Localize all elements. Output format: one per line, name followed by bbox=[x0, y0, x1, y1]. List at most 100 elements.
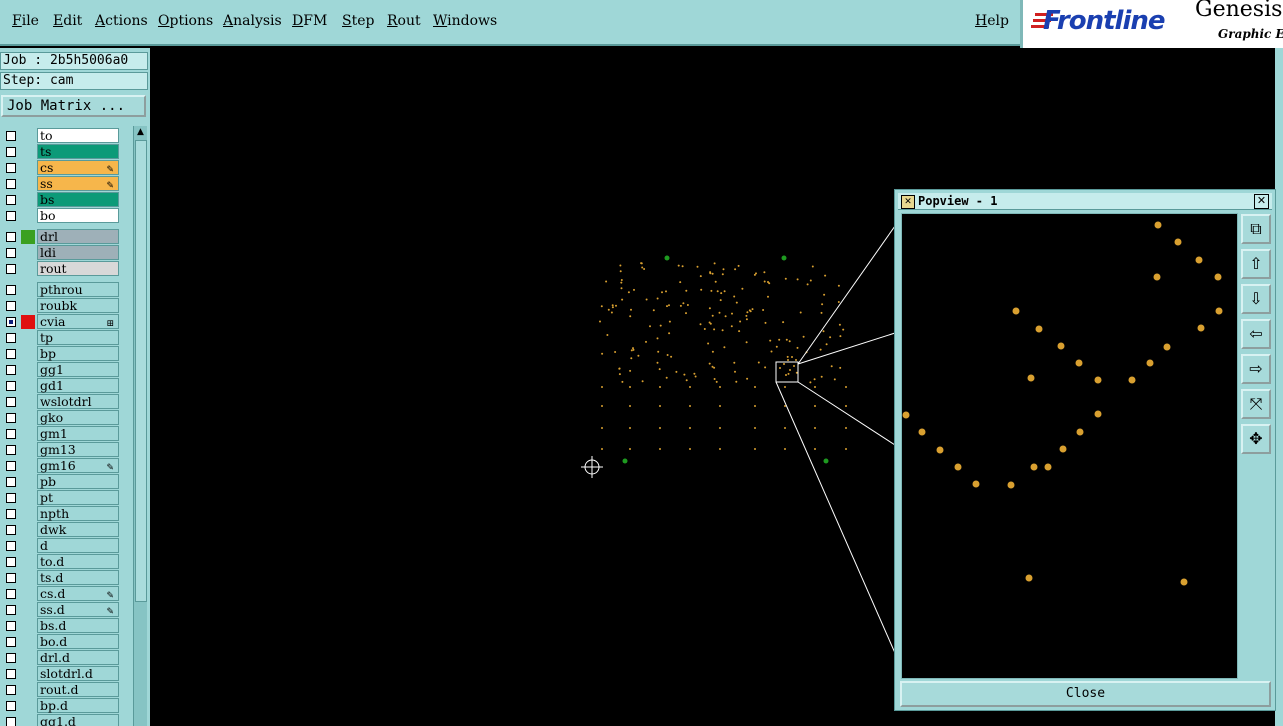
layer-checkbox[interactable] bbox=[6, 131, 16, 141]
layer-color-swatch[interactable] bbox=[21, 315, 35, 329]
layer-row-bp-d[interactable]: bp.d bbox=[2, 698, 122, 714]
menu-actions[interactable]: Actions bbox=[95, 13, 148, 29]
layer-name[interactable]: bs bbox=[37, 192, 119, 207]
layer-checkbox[interactable] bbox=[6, 195, 16, 205]
layer-name[interactable]: pb bbox=[37, 474, 119, 489]
layer-name[interactable]: ts.d bbox=[37, 570, 119, 585]
layer-row-gg1-d[interactable]: gg1.d bbox=[2, 714, 122, 726]
layer-row-pt[interactable]: pt bbox=[2, 490, 122, 506]
layer-checkbox[interactable] bbox=[6, 381, 16, 391]
menu-step[interactable]: Step bbox=[342, 13, 374, 29]
layer-name[interactable]: bs.d bbox=[37, 618, 119, 633]
layer-name[interactable]: cvia ⊞ bbox=[37, 314, 119, 329]
layer-checkbox[interactable] bbox=[6, 509, 16, 519]
layer-checkbox[interactable] bbox=[6, 365, 16, 375]
layer-name[interactable]: bo.d bbox=[37, 634, 119, 649]
layer-checkbox[interactable] bbox=[6, 621, 16, 631]
layer-checkbox[interactable] bbox=[6, 397, 16, 407]
layer-name[interactable]: cs.d ✎ bbox=[37, 586, 119, 601]
layer-checkbox[interactable] bbox=[6, 147, 16, 157]
layer-name[interactable]: d bbox=[37, 538, 119, 553]
layer-checkbox[interactable] bbox=[6, 429, 16, 439]
layer-checkbox[interactable] bbox=[6, 477, 16, 487]
layer-name[interactable]: to bbox=[37, 128, 119, 143]
layer-name[interactable]: roubk bbox=[37, 298, 119, 313]
layer-row-cs-d[interactable]: cs.d ✎ bbox=[2, 586, 122, 602]
layer-checkbox[interactable] bbox=[6, 557, 16, 567]
layer-row-ldi[interactable]: ldi bbox=[2, 245, 122, 261]
pan-up-button[interactable]: ⇧ bbox=[1241, 249, 1271, 279]
layer-row-rout-d[interactable]: rout.d bbox=[2, 682, 122, 698]
layer-row-ts-d[interactable]: ts.d bbox=[2, 570, 122, 586]
layer-checkbox[interactable] bbox=[6, 211, 16, 221]
layer-name[interactable]: gg1 bbox=[37, 362, 119, 377]
layer-row-pthrou[interactable]: pthrou bbox=[2, 282, 122, 298]
pan-down-button[interactable]: ⇩ bbox=[1241, 284, 1271, 314]
layer-name[interactable]: gm16 ✎ bbox=[37, 458, 119, 473]
layer-name[interactable]: gm1 bbox=[37, 426, 119, 441]
layer-name[interactable]: rout bbox=[37, 261, 119, 276]
close-button[interactable]: Close bbox=[900, 681, 1271, 707]
layer-checkbox[interactable] bbox=[6, 701, 16, 711]
layer-row-gd1[interactable]: gd1 bbox=[2, 378, 122, 394]
layer-checkbox[interactable] bbox=[6, 573, 16, 583]
layer-row-bo-d[interactable]: bo.d bbox=[2, 634, 122, 650]
scroll-up-icon[interactable]: ▲ bbox=[134, 126, 147, 138]
menu-help[interactable]: Help bbox=[975, 13, 1009, 29]
layer-name[interactable]: slotdrl.d bbox=[37, 666, 119, 681]
layer-row-gm1[interactable]: gm1 bbox=[2, 426, 122, 442]
layer-name[interactable]: wslotdrl bbox=[37, 394, 119, 409]
layer-checkbox[interactable] bbox=[6, 232, 16, 242]
layer-name[interactable]: npth bbox=[37, 506, 119, 521]
layer-checkbox[interactable] bbox=[6, 333, 16, 343]
menu-analysis[interactable]: Analysis bbox=[223, 13, 282, 29]
layer-row-roubk[interactable]: roubk bbox=[2, 298, 122, 314]
layer-checkbox[interactable] bbox=[6, 685, 16, 695]
layer-row-pb[interactable]: pb bbox=[2, 474, 122, 490]
layer-checkbox[interactable] bbox=[6, 264, 16, 274]
pan-right-button[interactable]: ⇨ bbox=[1241, 354, 1271, 384]
layer-name[interactable]: gd1 bbox=[37, 378, 119, 393]
layer-color-swatch[interactable] bbox=[21, 230, 35, 244]
layer-row-drl[interactable]: drl bbox=[2, 229, 122, 245]
layer-row-bs[interactable]: bs bbox=[2, 192, 122, 208]
layer-row-to-d[interactable]: to.d bbox=[2, 554, 122, 570]
layer-checkbox[interactable] bbox=[6, 179, 16, 189]
layer-checkbox[interactable] bbox=[6, 525, 16, 535]
layer-name[interactable]: gg1.d bbox=[37, 714, 119, 726]
zoom-out-button[interactable]: ⤧ bbox=[1241, 389, 1271, 419]
layer-row-gko[interactable]: gko bbox=[2, 410, 122, 426]
zoom-fit-button[interactable]: ⧉ bbox=[1241, 214, 1271, 244]
menu-edit[interactable]: Edit bbox=[53, 13, 82, 29]
layer-name[interactable]: gm13 bbox=[37, 442, 119, 457]
layer-row-rout[interactable]: rout bbox=[2, 261, 122, 277]
layer-name[interactable]: ts bbox=[37, 144, 119, 159]
layer-checkbox[interactable] bbox=[6, 541, 16, 551]
layer-name[interactable]: gko bbox=[37, 410, 119, 425]
window-menu-icon[interactable]: ✕ bbox=[901, 195, 915, 209]
layer-row-ts[interactable]: ts bbox=[2, 144, 122, 160]
layer-checkbox[interactable] bbox=[6, 163, 16, 173]
pan-left-button[interactable]: ⇦ bbox=[1241, 319, 1271, 349]
layer-row-dwk[interactable]: dwk bbox=[2, 522, 122, 538]
layer-name[interactable]: pt bbox=[37, 490, 119, 505]
layer-scrollbar[interactable]: ▲ bbox=[133, 126, 147, 726]
layer-checkbox[interactable] bbox=[6, 413, 16, 423]
layer-row-tp[interactable]: tp bbox=[2, 330, 122, 346]
menu-windows[interactable]: Windows bbox=[433, 13, 497, 29]
layer-row-drl-d[interactable]: drl.d bbox=[2, 650, 122, 666]
layer-checkbox[interactable] bbox=[6, 605, 16, 615]
layer-name[interactable]: rout.d bbox=[37, 682, 119, 697]
layer-checkbox[interactable] bbox=[6, 493, 16, 503]
zoom-in-button[interactable]: ✥ bbox=[1241, 424, 1271, 454]
layer-row-d[interactable]: d bbox=[2, 538, 122, 554]
menu-dfm[interactable]: DFM bbox=[292, 13, 327, 29]
layer-row-bs-d[interactable]: bs.d bbox=[2, 618, 122, 634]
job-matrix-button[interactable]: Job Matrix ... bbox=[1, 95, 146, 117]
layer-row-bo[interactable]: bo bbox=[2, 208, 122, 224]
layer-checkbox[interactable] bbox=[6, 461, 16, 471]
layer-row-to[interactable]: to bbox=[2, 128, 122, 144]
layer-checkbox[interactable] bbox=[6, 717, 16, 726]
layer-name[interactable]: dwk bbox=[37, 522, 119, 537]
popview-titlebar[interactable]: ✕ Popview - 1 ✕ bbox=[898, 193, 1272, 210]
